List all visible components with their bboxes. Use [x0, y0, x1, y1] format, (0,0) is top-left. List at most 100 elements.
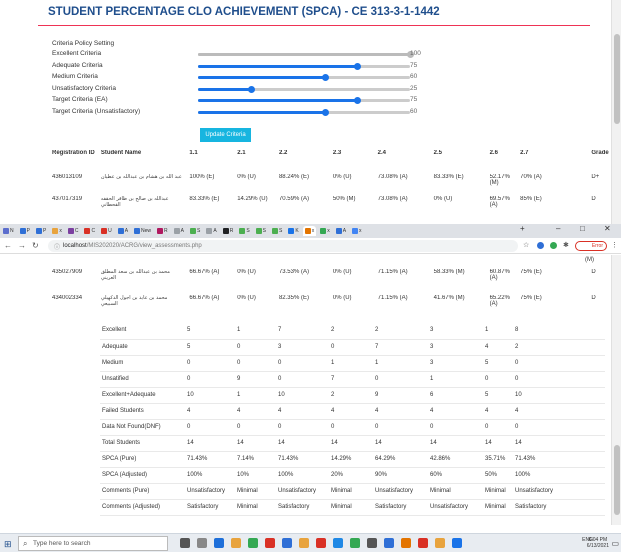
forward-icon[interactable]: →: [18, 241, 26, 250]
taskbar-app-icon[interactable]: [197, 538, 207, 548]
criteria-slider[interactable]: [198, 108, 410, 116]
browser-tab[interactable]: S: [237, 226, 251, 236]
criteria-slider[interactable]: [198, 74, 410, 81]
criteria-slider[interactable]: [198, 97, 410, 104]
slider-handle[interactable]: [354, 62, 361, 70]
table-cell: 70.59% (A): [278, 196, 309, 202]
taskbar-app-icon[interactable]: [435, 538, 445, 548]
star-icon[interactable]: ☆: [523, 241, 529, 249]
summary-row: SPCA (Pure) 71.43% 7.14% 71.43% 14.29% 64.29%…: [100, 451, 605, 468]
taskbar-app-icon[interactable]: [282, 538, 292, 548]
taskbar-app-icon[interactable]: [418, 538, 428, 548]
tab-favicon-icon: [288, 228, 295, 234]
browser-tab[interactable]: x: [318, 226, 332, 236]
summary-value: 0: [185, 355, 235, 372]
student-name: محمد بن عايد بن آجول الدكهيلي السبيعي: [100, 295, 168, 307]
browser-tab[interactable]: A: [334, 226, 348, 236]
update-criteria-button[interactable]: Update Criteria: [200, 128, 251, 142]
taskbar-app-icon[interactable]: [265, 538, 275, 548]
slider-handle[interactable]: [248, 85, 255, 93]
slider-handle[interactable]: [322, 74, 330, 81]
notification-icon[interactable]: ▭: [611, 539, 619, 548]
summary-value: 5: [185, 323, 235, 340]
summary-value: 0: [276, 355, 329, 372]
address-bar[interactable]: ⓘ localhost /MIS202020/ACRG/view_assessm…: [48, 240, 518, 252]
criteria-slider[interactable]: [198, 85, 410, 93]
taskbar-search[interactable]: ⌕ Type here to search: [18, 536, 168, 551]
taskbar-app-icon[interactable]: [248, 538, 258, 548]
scrollbar-thumb[interactable]: [614, 34, 620, 124]
summary-value: 14: [373, 435, 428, 452]
taskbar-app-icon[interactable]: [452, 538, 462, 548]
summary-value: 4: [276, 403, 329, 420]
puzzle-icon[interactable]: ✱: [563, 241, 569, 249]
taskbar-app-icon[interactable]: [350, 538, 360, 548]
summary-value: 7: [329, 371, 373, 388]
browser-tab[interactable]: A: [172, 226, 186, 236]
extension-icon[interactable]: [550, 242, 557, 249]
slider-handle[interactable]: [322, 108, 330, 116]
summary-value: 14: [235, 435, 276, 452]
tab-title: x: [311, 228, 315, 234]
criteria-heading: Criteria Policy Setting: [52, 40, 115, 47]
table-cell: 73.08% (A): [377, 174, 408, 180]
maximize-icon[interactable]: □: [580, 224, 585, 233]
scrollbar-thumb[interactable]: [614, 445, 620, 515]
summary-label: SPCA (Pure): [100, 451, 185, 468]
slider-fill: [198, 87, 251, 91]
browser-tab[interactable]: C: [66, 226, 81, 236]
slider-fill: [198, 110, 326, 114]
browser-tab[interactable]: R: [155, 226, 170, 236]
browser-tab[interactable]: A: [204, 226, 218, 236]
table-cell: 50% (M): [332, 196, 356, 202]
reload-icon[interactable]: ↻: [32, 241, 39, 250]
taskbar-app-icon[interactable]: [214, 538, 224, 548]
browser-tab[interactable]: x: [302, 226, 317, 236]
browser-tab[interactable]: S: [270, 226, 284, 236]
scrollbar[interactable]: [611, 0, 621, 224]
taskbar-app-icon[interactable]: [384, 538, 394, 548]
table-cell: 437017319: [52, 196, 83, 202]
browser-tab[interactable]: N: [1, 226, 16, 236]
close-window-icon[interactable]: ✕: [604, 224, 611, 233]
taskbar-app-icon[interactable]: [299, 538, 309, 548]
taskbar-app-icon[interactable]: [367, 538, 377, 548]
browser-tab[interactable]: R: [221, 226, 236, 236]
info-icon[interactable]: ⓘ: [54, 242, 60, 251]
start-icon[interactable]: ⊞: [4, 539, 12, 550]
browser-tab[interactable]: P: [18, 226, 32, 236]
browser-tab[interactable]: x: [50, 226, 64, 236]
slider-handle[interactable]: [354, 97, 361, 104]
summary-value: 0: [235, 355, 276, 372]
profile-button[interactable]: Error: [575, 241, 607, 251]
extension-icon[interactable]: [537, 242, 544, 249]
browser-tab[interactable]: A: [116, 226, 130, 236]
browser-tab[interactable]: C: [82, 226, 97, 236]
taskbar-app-icon[interactable]: [333, 538, 343, 548]
slider-fill: [198, 99, 357, 102]
scrollbar[interactable]: [611, 255, 621, 525]
taskbar-app-icon[interactable]: [316, 538, 326, 548]
browser-tab[interactable]: New: [132, 226, 153, 236]
taskbar-app-icon[interactable]: [231, 538, 241, 548]
taskbar-app-icon[interactable]: [180, 538, 190, 548]
criteria-slider[interactable]: [198, 62, 410, 70]
taskbar-app-icon[interactable]: [401, 538, 411, 548]
browser-tab[interactable]: x: [350, 226, 364, 236]
column-header: 2.1: [237, 150, 246, 156]
browser-tab[interactable]: S: [254, 226, 268, 236]
minimize-icon[interactable]: –: [556, 224, 560, 233]
tab-favicon-icon: [173, 228, 180, 234]
back-icon[interactable]: ←: [4, 241, 12, 250]
criteria-slider[interactable]: [198, 51, 414, 58]
new-tab-button[interactable]: +: [520, 224, 525, 233]
browser-tab[interactable]: U: [99, 226, 114, 236]
browser-tab[interactable]: S: [188, 226, 202, 236]
browser-tab[interactable]: P: [34, 226, 48, 236]
summary-value: 4: [483, 403, 513, 420]
menu-icon[interactable]: ⋮: [611, 241, 618, 249]
summary-value: Minimal: [329, 483, 373, 500]
clock[interactable]: 6:04 PM 6/13/2021: [587, 537, 609, 549]
browser-tab[interactable]: K: [286, 226, 300, 236]
summary-value: 0: [513, 371, 605, 388]
